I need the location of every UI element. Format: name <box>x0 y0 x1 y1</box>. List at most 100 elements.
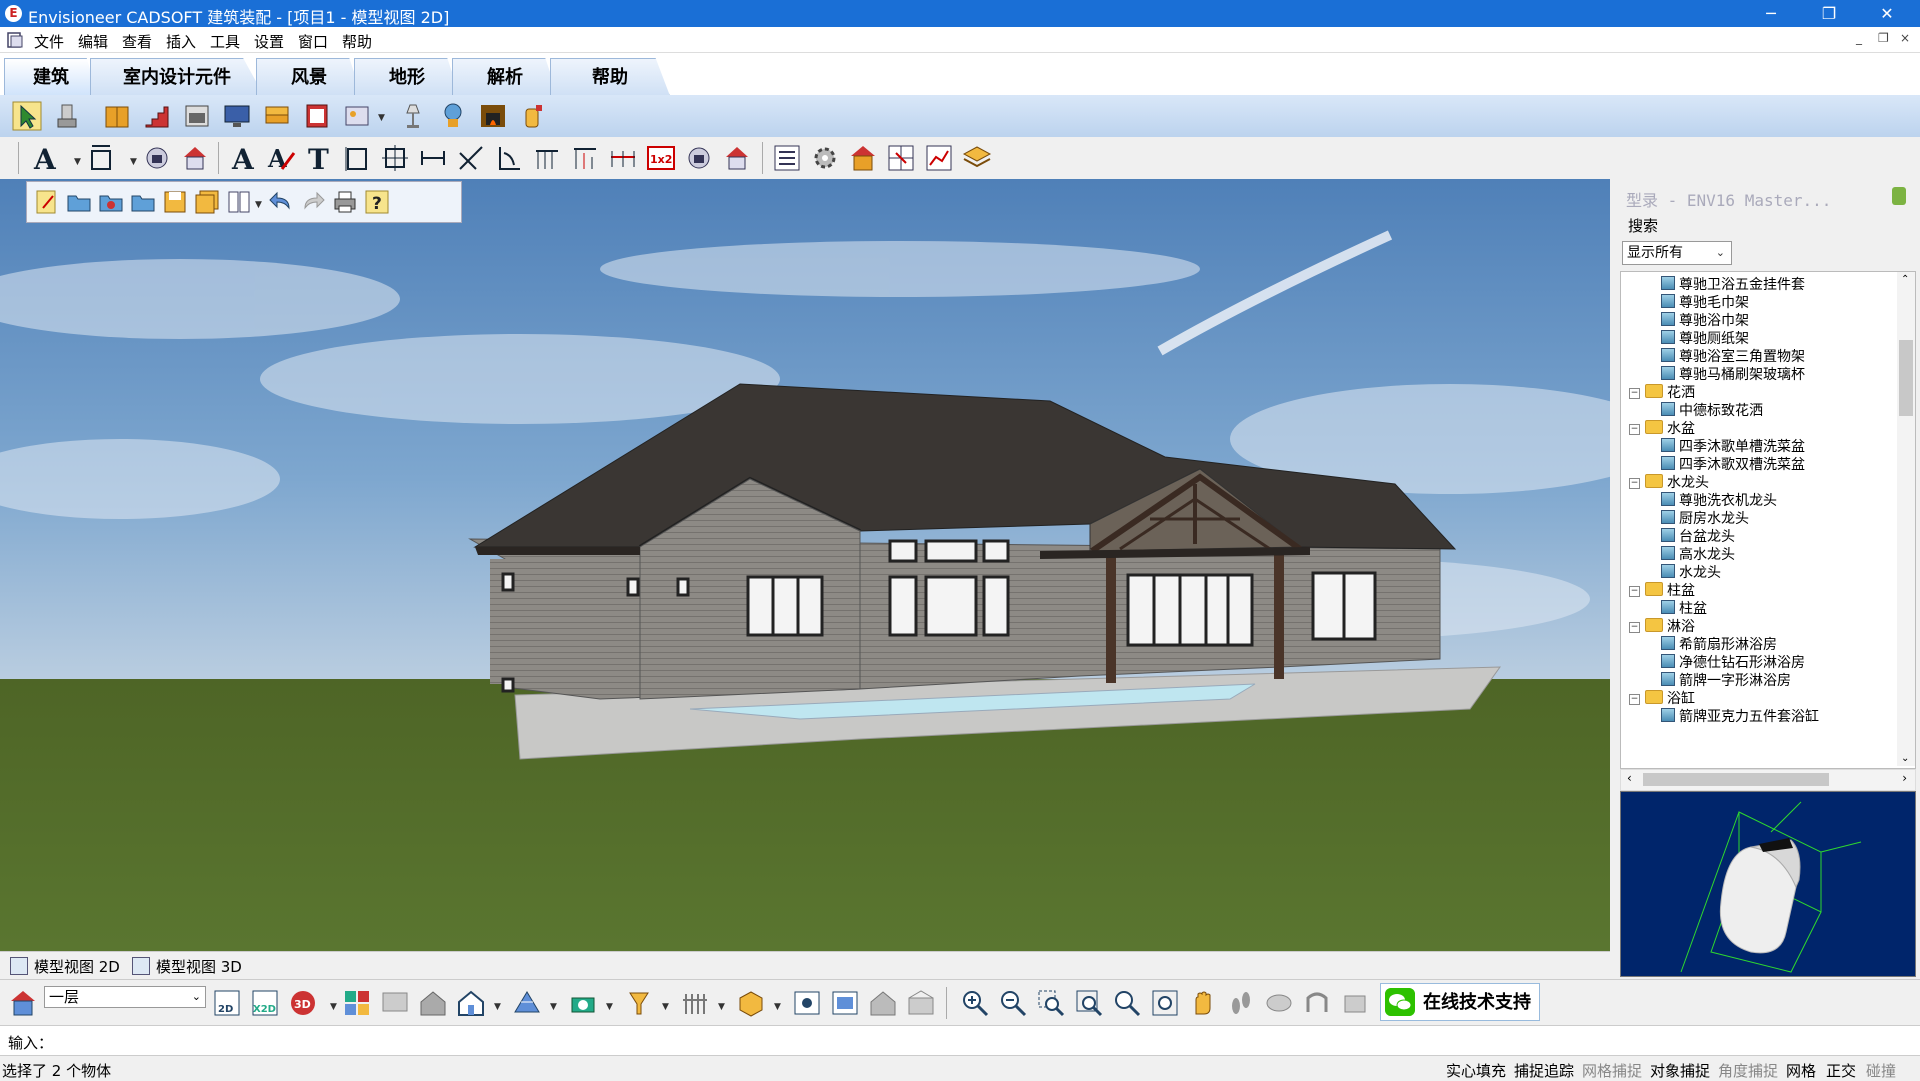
view-3d-icon[interactable]: 3D <box>288 988 318 1018</box>
room-label-icon[interactable] <box>180 143 210 173</box>
view-2d-icon[interactable]: 2D <box>212 988 242 1018</box>
orbit-icon[interactable] <box>1264 988 1294 1018</box>
item-preview[interactable] <box>1620 791 1916 977</box>
document-icon[interactable] <box>6 31 24 49</box>
tree-folder[interactable]: − 淋浴 <box>1629 618 1695 636</box>
view-settings-icon[interactable] <box>830 988 860 1018</box>
lock-icon[interactable] <box>1892 187 1906 205</box>
house-outline-icon[interactable] <box>456 988 486 1018</box>
open-image-folder-icon[interactable] <box>97 188 125 216</box>
command-input-bar[interactable]: 输入： <box>0 1025 1920 1055</box>
zoom-extents-icon[interactable] <box>1074 988 1104 1018</box>
tree-item[interactable]: 柱盆 <box>1661 600 1707 618</box>
display-options-icon[interactable] <box>792 988 822 1018</box>
lighting-dropdown-arrow[interactable]: ▼ <box>662 1002 669 1012</box>
tab-landscape[interactable]: 风景 <box>256 58 362 96</box>
tree-item[interactable]: 净德仕钻石形淋浴房 <box>1661 654 1805 672</box>
new-plan-icon[interactable] <box>33 188 61 216</box>
dimension-horizontal-icon[interactable] <box>418 143 448 173</box>
fence-icon[interactable] <box>680 988 710 1018</box>
collapse-toggle-icon[interactable]: − <box>1629 388 1640 399</box>
text-style-dropdown-arrow[interactable]: ▼ <box>74 157 81 167</box>
toggle-ortho[interactable]: 正交 <box>1826 1060 1856 1081</box>
rotate-icon[interactable] <box>1302 988 1332 1018</box>
baseline-dimension-icon[interactable] <box>532 143 562 173</box>
tree-item[interactable]: 箭牌亚克力五件套浴缸 <box>1661 708 1819 726</box>
save-icon[interactable] <box>161 188 189 216</box>
elevation-icon[interactable] <box>906 988 936 1018</box>
zoom-out-icon[interactable] <box>998 988 1028 1018</box>
text-icon[interactable]: A <box>228 143 258 173</box>
tree-item[interactable]: 尊驰浴室三角置物架 <box>1661 348 1805 366</box>
house-dropdown-arrow[interactable]: ▼ <box>494 1002 501 1012</box>
cabinet-icon[interactable] <box>102 101 132 131</box>
split-view-icon[interactable] <box>342 988 372 1018</box>
zoom-icon[interactable] <box>1112 988 1142 1018</box>
search-label[interactable]: 搜索 <box>1628 215 1658 236</box>
text-box-icon[interactable]: T <box>304 143 334 173</box>
paint-bucket-icon[interactable] <box>52 101 82 131</box>
settings-gear-icon[interactable] <box>810 143 840 173</box>
tree-item[interactable]: 厨房水龙头 <box>1661 510 1749 528</box>
toggle-solid-fill[interactable]: 实心填充 <box>1446 1060 1506 1081</box>
tree-folder[interactable]: − 水盆 <box>1629 420 1695 438</box>
house-3d-render[interactable] <box>0 179 1610 951</box>
tree-item[interactable]: 希箭扇形淋浴房 <box>1661 636 1777 654</box>
floor-select[interactable]: 一层 ⌄ <box>44 986 206 1008</box>
box-icon[interactable] <box>736 988 766 1018</box>
menu-settings[interactable]: 设置 <box>254 31 284 52</box>
tab-terrain[interactable]: 地形 <box>354 58 460 96</box>
toggle-grid[interactable]: 网格 <box>1786 1060 1816 1081</box>
tab-model-view-3d[interactable]: 模型视图 3D <box>132 956 242 977</box>
lighting-icon[interactable] <box>624 988 654 1018</box>
monitor-icon[interactable] <box>222 101 252 131</box>
text-leader-icon[interactable]: A <box>266 143 296 173</box>
toggle-collision[interactable]: 碰撞 <box>1866 1060 1896 1081</box>
schedule-list-icon[interactable] <box>772 143 802 173</box>
camera-dropdown-arrow[interactable]: ▼ <box>606 1002 613 1012</box>
mdi-restore-button[interactable]: ❐ <box>1878 31 1889 45</box>
collapse-toggle-icon[interactable]: − <box>1629 694 1640 705</box>
tree-item[interactable]: 尊驰卫浴五金挂件套 <box>1661 276 1805 294</box>
camera-icon[interactable] <box>568 988 598 1018</box>
tree-item[interactable]: 尊驰浴巾架 <box>1661 312 1749 330</box>
fit-view-icon[interactable] <box>1150 988 1180 1018</box>
arc-dimension-icon[interactable] <box>494 143 524 173</box>
tag-marker-icon[interactable] <box>684 143 714 173</box>
model-viewport[interactable] <box>0 179 1610 951</box>
tree-item[interactable]: 台盆龙头 <box>1661 528 1735 546</box>
mdi-close-button[interactable]: × <box>1900 31 1910 45</box>
angle-dimension-icon[interactable] <box>456 143 486 173</box>
undo-icon[interactable] <box>267 188 295 216</box>
redo-icon[interactable] <box>299 188 327 216</box>
grid-settings-icon[interactable] <box>886 143 916 173</box>
library-icon[interactable] <box>225 188 253 216</box>
dimension-vertical-icon[interactable] <box>342 143 372 173</box>
collapse-toggle-icon[interactable]: − <box>1629 586 1640 597</box>
save-all-icon[interactable] <box>193 188 221 216</box>
toggle-object-snap[interactable]: 对象捕捉 <box>1650 1060 1710 1081</box>
house-grey-icon[interactable] <box>868 988 898 1018</box>
box-dropdown-arrow[interactable]: ▼ <box>774 1002 781 1012</box>
select-arrow-icon[interactable] <box>12 101 42 131</box>
dimension-dropdown-arrow[interactable]: ▼ <box>130 157 137 167</box>
tab-interior-design[interactable]: 室内设计元件 <box>90 58 264 96</box>
tree-scroll-thumb[interactable] <box>1899 340 1913 416</box>
menu-edit[interactable]: 编辑 <box>78 31 108 52</box>
tab-help[interactable]: 帮助 <box>550 58 670 96</box>
mdi-minimize-button[interactable]: _ <box>1856 31 1862 45</box>
dimension-cross-icon[interactable] <box>380 143 410 173</box>
tree-item[interactable]: 尊驰毛巾架 <box>1661 294 1749 312</box>
tree-item[interactable]: 尊驰厕纸架 <box>1661 330 1749 348</box>
tree-item[interactable]: 水龙头 <box>1661 564 1721 582</box>
picture-dropdown-arrow[interactable]: ▼ <box>378 113 385 123</box>
tab-analysis[interactable]: 解析 <box>452 58 558 96</box>
scroll-right-icon[interactable]: › <box>1902 771 1907 785</box>
toggle-angle-snap[interactable]: 角度捕捉 <box>1718 1060 1778 1081</box>
toggle-grid-snap[interactable]: 网格捕捉 <box>1582 1060 1642 1081</box>
close-button[interactable]: ✕ <box>1864 0 1910 27</box>
filter-select[interactable]: 显示所有 ⌄ <box>1622 241 1732 265</box>
toggle-snap-track[interactable]: 捕捉追踪 <box>1514 1060 1574 1081</box>
tree-folder[interactable]: − 浴缸 <box>1629 690 1695 708</box>
layers-icon[interactable] <box>962 143 992 173</box>
